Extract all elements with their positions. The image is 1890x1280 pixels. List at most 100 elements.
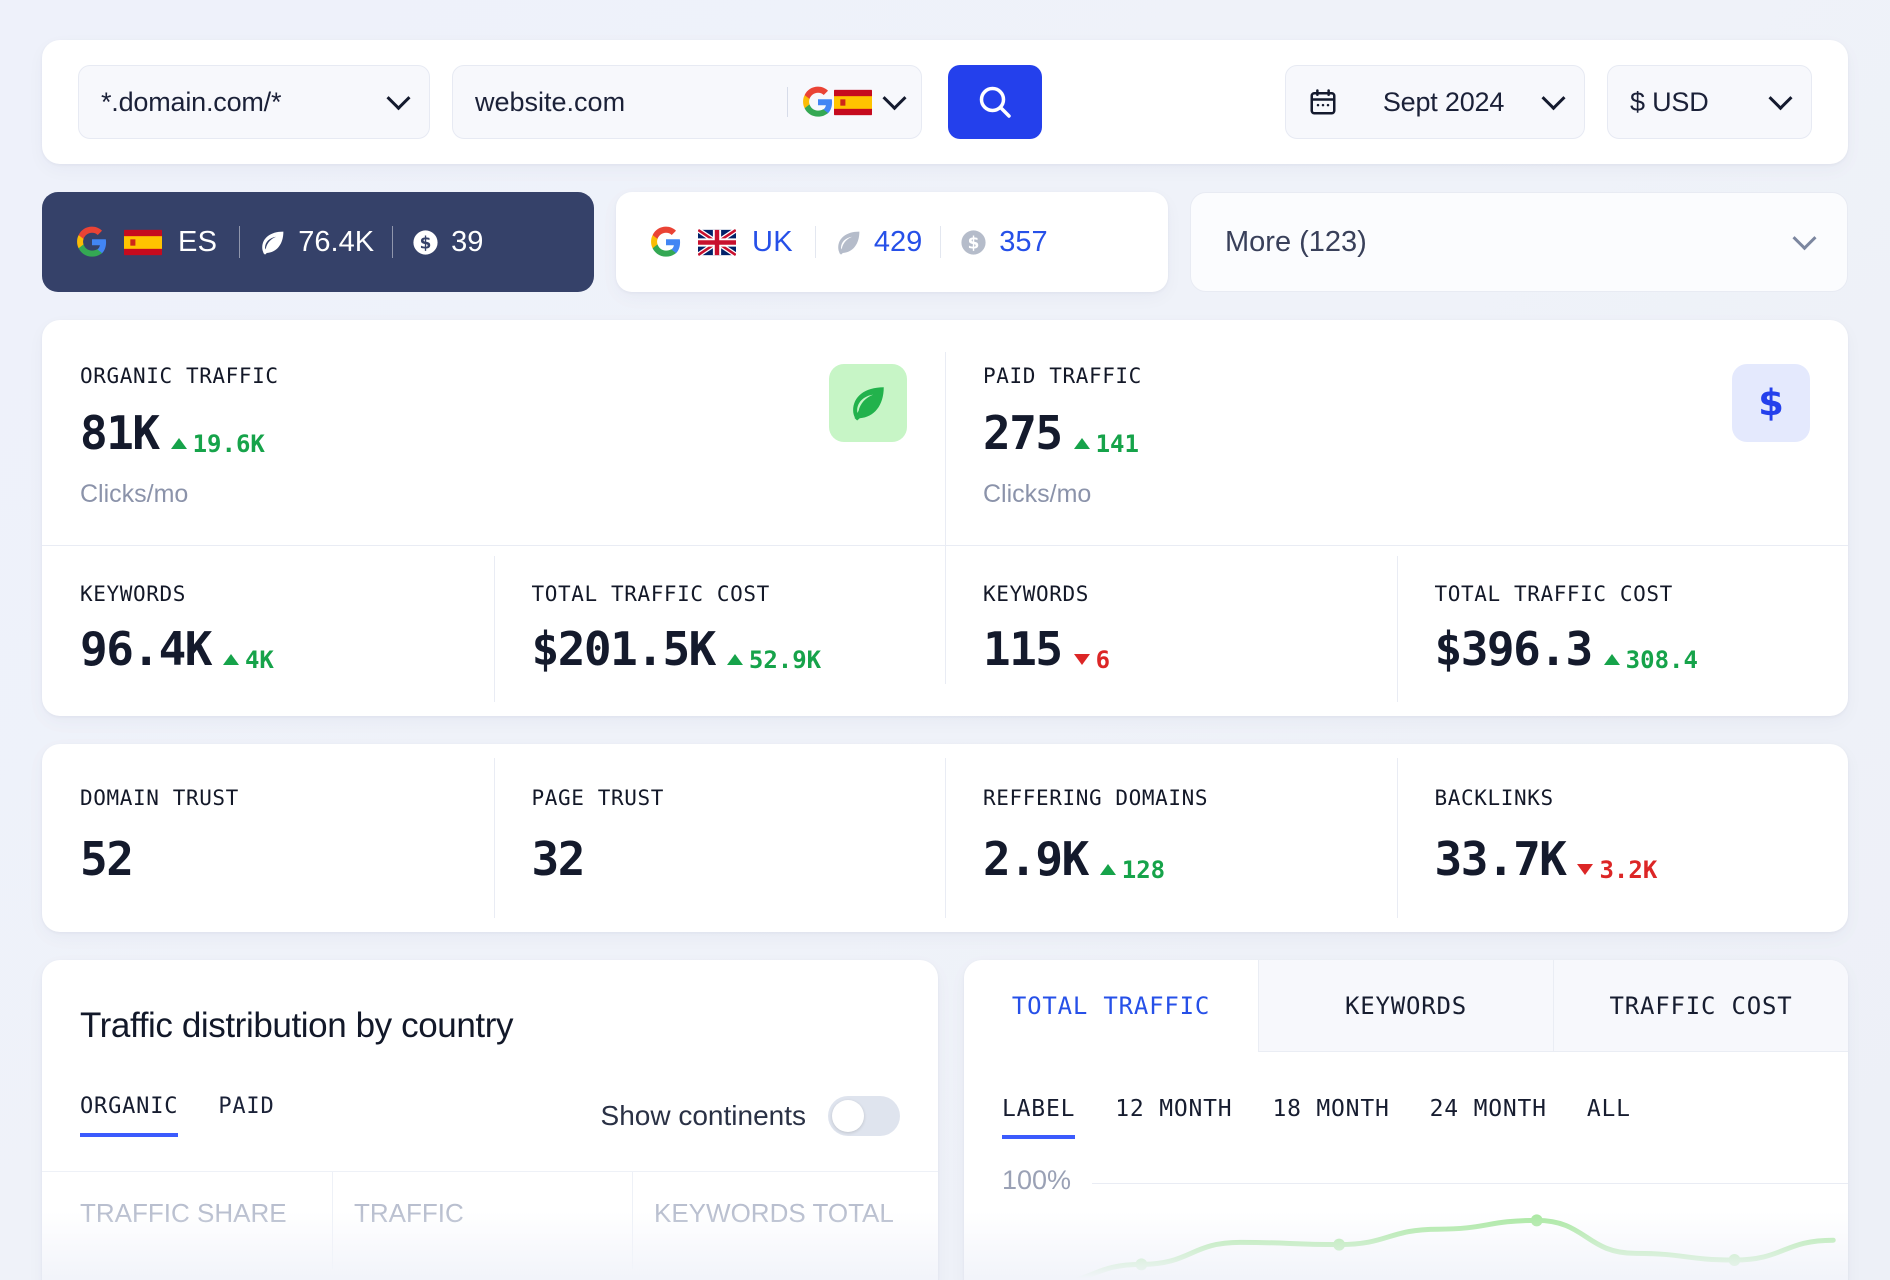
country-pill-uk[interactable]: UK 429 $ 357	[616, 192, 1168, 292]
dollar-circle-icon: $	[961, 229, 986, 255]
column-header-traffic: TRAFFIC	[332, 1172, 632, 1269]
referring-domains-cell: REFFERING DOMAINS 2.9K 128	[945, 744, 1397, 932]
dollar-circle-icon: $	[413, 229, 438, 255]
paid-traffic-cost-cell: TOTAL TRAFFIC COST $396.3 308.4	[1396, 546, 1849, 716]
search-toolbar: *.domain.com/* website.com Sept 2024 $ U…	[42, 40, 1848, 164]
currency-label: $ USD	[1630, 86, 1709, 117]
metric-value: 115	[983, 622, 1063, 676]
traffic-chart-panel: TOTAL TRAFFIC KEYWORDS TRAFFIC COST LABE…	[964, 960, 1848, 1280]
metric-label: KEYWORDS	[983, 582, 1089, 606]
metric-value: 96.4K	[80, 622, 212, 676]
calendar-icon	[1310, 89, 1336, 115]
divider	[392, 226, 394, 258]
delta-value: 3.2K	[1599, 855, 1658, 884]
chevron-down-icon	[1792, 225, 1817, 250]
metric-delta: 128	[1099, 855, 1166, 884]
range-tab-18-month[interactable]: 18 MONTH	[1272, 1096, 1389, 1139]
divider	[239, 226, 241, 258]
metric-delta: 6	[1073, 645, 1111, 674]
paid-count: 39	[451, 225, 484, 258]
more-countries-select[interactable]: More (123)	[1190, 192, 1848, 292]
tab-total-traffic[interactable]: TOTAL TRAFFIC	[964, 960, 1258, 1052]
organic-keywords-cell: KEYWORDS 96.4K 4K	[42, 546, 494, 716]
divider	[814, 226, 816, 258]
chevron-down-icon	[882, 85, 907, 110]
metric-label: REFFERING DOMAINS	[983, 786, 1209, 810]
country-pill-es[interactable]: ES 76.4K $ 39	[42, 192, 594, 292]
show-continents-control: Show continents	[601, 1095, 900, 1136]
google-icon	[651, 226, 681, 257]
organic-traffic-section: ORGANIC TRAFFIC 81K 19.6K Clicks/mo KEYW…	[42, 320, 945, 716]
chart-tab-bar: TOTAL TRAFFIC KEYWORDS TRAFFIC COST	[964, 960, 1848, 1052]
range-tab-24-month[interactable]: 24 MONTH	[1430, 1096, 1547, 1139]
organic-traffic-delta: 19.6K	[170, 430, 265, 458]
range-tab-label[interactable]: LABEL	[1002, 1096, 1076, 1139]
paid-count: 357	[999, 225, 1048, 258]
date-range-select[interactable]: Sept 2024	[1285, 65, 1585, 139]
metric-label: DOMAIN TRUST	[80, 786, 239, 810]
tab-organic[interactable]: ORGANIC	[80, 1094, 179, 1137]
organic-traffic-value: 81K	[80, 406, 160, 460]
svg-text:$: $	[1758, 382, 1784, 424]
metric-label: BACKLINKS	[1434, 786, 1554, 810]
domain-pattern-select[interactable]: *.domain.com/*	[78, 65, 430, 139]
domain-input[interactable]: website.com	[452, 65, 922, 139]
organic-badge	[829, 364, 907, 442]
chevron-down-icon	[386, 85, 411, 110]
paid-traffic-value: 275	[983, 406, 1063, 460]
dollar-icon: $	[1758, 382, 1784, 424]
range-tab-12-month[interactable]: 12 MONTH	[1115, 1096, 1232, 1139]
show-continents-toggle[interactable]	[828, 1095, 900, 1136]
svg-text:$: $	[420, 232, 432, 252]
tab-keywords[interactable]: KEYWORDS	[1258, 960, 1553, 1052]
page-title: Traffic distribution by country	[80, 1006, 514, 1045]
metric-value: 33.7K	[1434, 832, 1567, 886]
paid-keywords-cell: KEYWORDS 115 6	[945, 546, 1397, 716]
metric-value: $201.5K	[531, 622, 717, 676]
organic-traffic-cost-cell: TOTAL TRAFFIC COST $201.5K 52.9K	[493, 546, 946, 716]
paid-traffic-delta: 141	[1073, 430, 1139, 458]
leaf-icon	[838, 231, 860, 255]
metric-value: 52	[80, 832, 134, 886]
country-code: UK	[752, 225, 793, 258]
metric-value: $396.3	[1434, 622, 1594, 676]
tab-traffic-cost[interactable]: TRAFFIC COST	[1553, 960, 1848, 1052]
country-code: ES	[178, 225, 218, 258]
toolbar-right-controls: Sept 2024 $ USD	[1285, 65, 1812, 139]
country-pill-row: ES 76.4K $ 39 UK 429 $ 357 More (123)	[42, 192, 1848, 292]
google-icon	[77, 226, 107, 257]
flag-uk-icon	[698, 228, 736, 256]
google-icon	[803, 86, 833, 117]
delta-value: 6	[1095, 645, 1111, 674]
distribution-tabs: ORGANIC PAID Show continents	[42, 1046, 938, 1137]
search-button[interactable]	[948, 65, 1042, 139]
tab-paid[interactable]: PAID	[218, 1094, 274, 1137]
currency-select[interactable]: $ USD	[1607, 65, 1812, 139]
arrow-up-icon	[222, 654, 239, 665]
paid-traffic-sub: Clicks/mo	[983, 480, 1092, 508]
paid-traffic-label: PAID TRAFFIC	[983, 364, 1142, 388]
traffic-line-chart	[1064, 1214, 1836, 1280]
dashboard-page: *.domain.com/* website.com Sept 2024 $ U…	[0, 0, 1890, 1280]
date-range-label: Sept 2024	[1382, 86, 1505, 117]
metric-delta: 3.2K	[1577, 856, 1657, 884]
distribution-table-header: TRAFFIC SHARE TRAFFIC KEYWORDS TOTAL	[42, 1171, 938, 1269]
traffic-overview-card: ORGANIC TRAFFIC 81K 19.6K Clicks/mo KEYW…	[42, 320, 1848, 716]
range-tab-all[interactable]: ALL	[1587, 1096, 1631, 1139]
arrow-up-icon	[726, 654, 743, 665]
metric-delta: 308.4	[1603, 645, 1698, 674]
organic-traffic-label: ORGANIC TRAFFIC	[80, 364, 279, 388]
delta-value: 308.4	[1625, 645, 1698, 674]
leaf-icon	[853, 387, 884, 421]
paid-traffic-section: PAID TRAFFIC 275 141 Clicks/mo $ KEYWORD…	[945, 320, 1848, 716]
domain-input-value: website.com	[475, 86, 626, 117]
metric-label: TOTAL TRAFFIC COST	[531, 582, 770, 606]
search-icon	[979, 86, 1011, 118]
delta-value: 128	[1121, 855, 1166, 884]
domain-trust-cell: DOMAIN TRUST 52	[42, 744, 494, 932]
more-countries-label: More (123)	[1225, 225, 1367, 258]
flag-es-icon	[834, 89, 872, 115]
metric-value: 2.9K	[983, 832, 1089, 886]
metric-label: PAGE TRUST	[531, 786, 664, 810]
arrow-up-icon	[1603, 654, 1620, 665]
